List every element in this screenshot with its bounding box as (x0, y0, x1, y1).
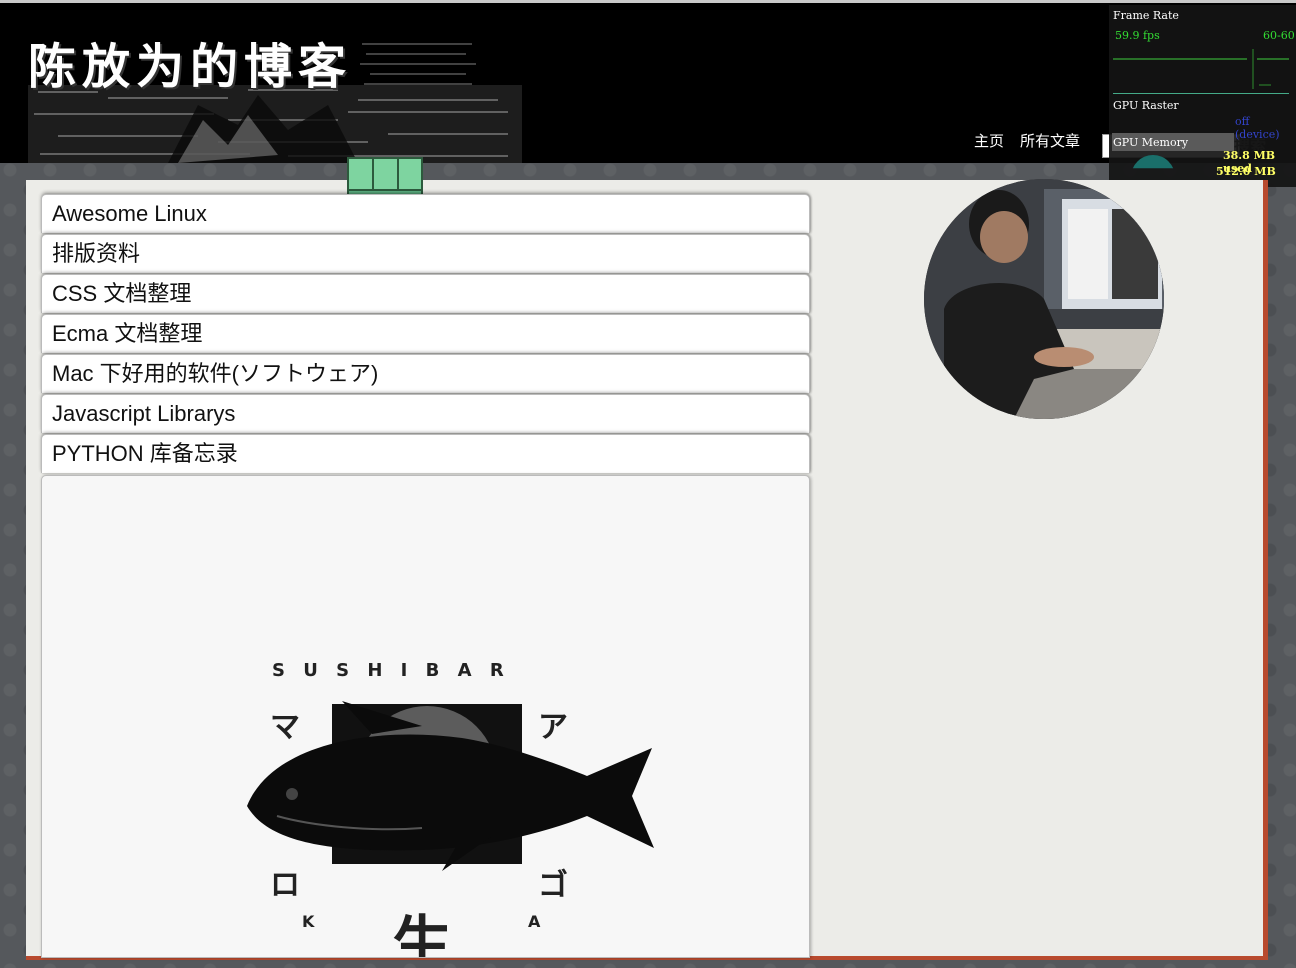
main-nav: 主页 所有文章 (974, 130, 1080, 151)
post-item[interactable]: Javascript Librarys (41, 394, 810, 433)
fish-illustration (247, 701, 654, 871)
gpu-raster-status: off (device) (1235, 115, 1280, 141)
post-item[interactable]: Mac 下好用的软件(ソフトウェア) (41, 354, 810, 393)
frame-rate-label: Frame Rate (1113, 9, 1179, 22)
post-item[interactable]: Ecma 文档整理 (41, 314, 810, 353)
post-item[interactable]: 排版资料 (41, 234, 810, 273)
post-item[interactable]: PYTHON 库备忘录 (41, 434, 810, 473)
avatar[interactable] (924, 179, 1164, 419)
gpu-raster-label: GPU Raster (1113, 99, 1179, 112)
post-item[interactable]: Awesome Linux (41, 194, 810, 233)
site-title[interactable]: 陈放为的博客 (28, 27, 352, 97)
nav-home[interactable]: 主页 (974, 130, 1004, 151)
post-item[interactable]: CSS 文档整理 (41, 274, 810, 313)
binder-clip-icon (346, 152, 424, 198)
featured-post-image[interactable]: S U S H I B A R マ ア ロ ゴ K A 生 (41, 475, 810, 958)
post-list: Awesome Linux 排版资料 CSS 文档整理 Ecma 文档整理 Ma… (41, 194, 810, 474)
nav-all-posts[interactable]: 所有文章 (1020, 130, 1080, 151)
fps-range: 60-60 (1263, 29, 1295, 42)
banner-glyph-pattern (360, 39, 480, 89)
fps-value: 59.9 fps (1115, 29, 1160, 42)
fps-graph (1113, 47, 1289, 94)
gpu-memory-label: GPU Memory (1113, 136, 1189, 149)
site-header: 陈放为的博客 主页 所有文章 搜索 (0, 3, 1296, 163)
devtools-rendering-hud: Frame Rate 59.9 fps 60-60 GPU Raster off… (1109, 5, 1296, 191)
